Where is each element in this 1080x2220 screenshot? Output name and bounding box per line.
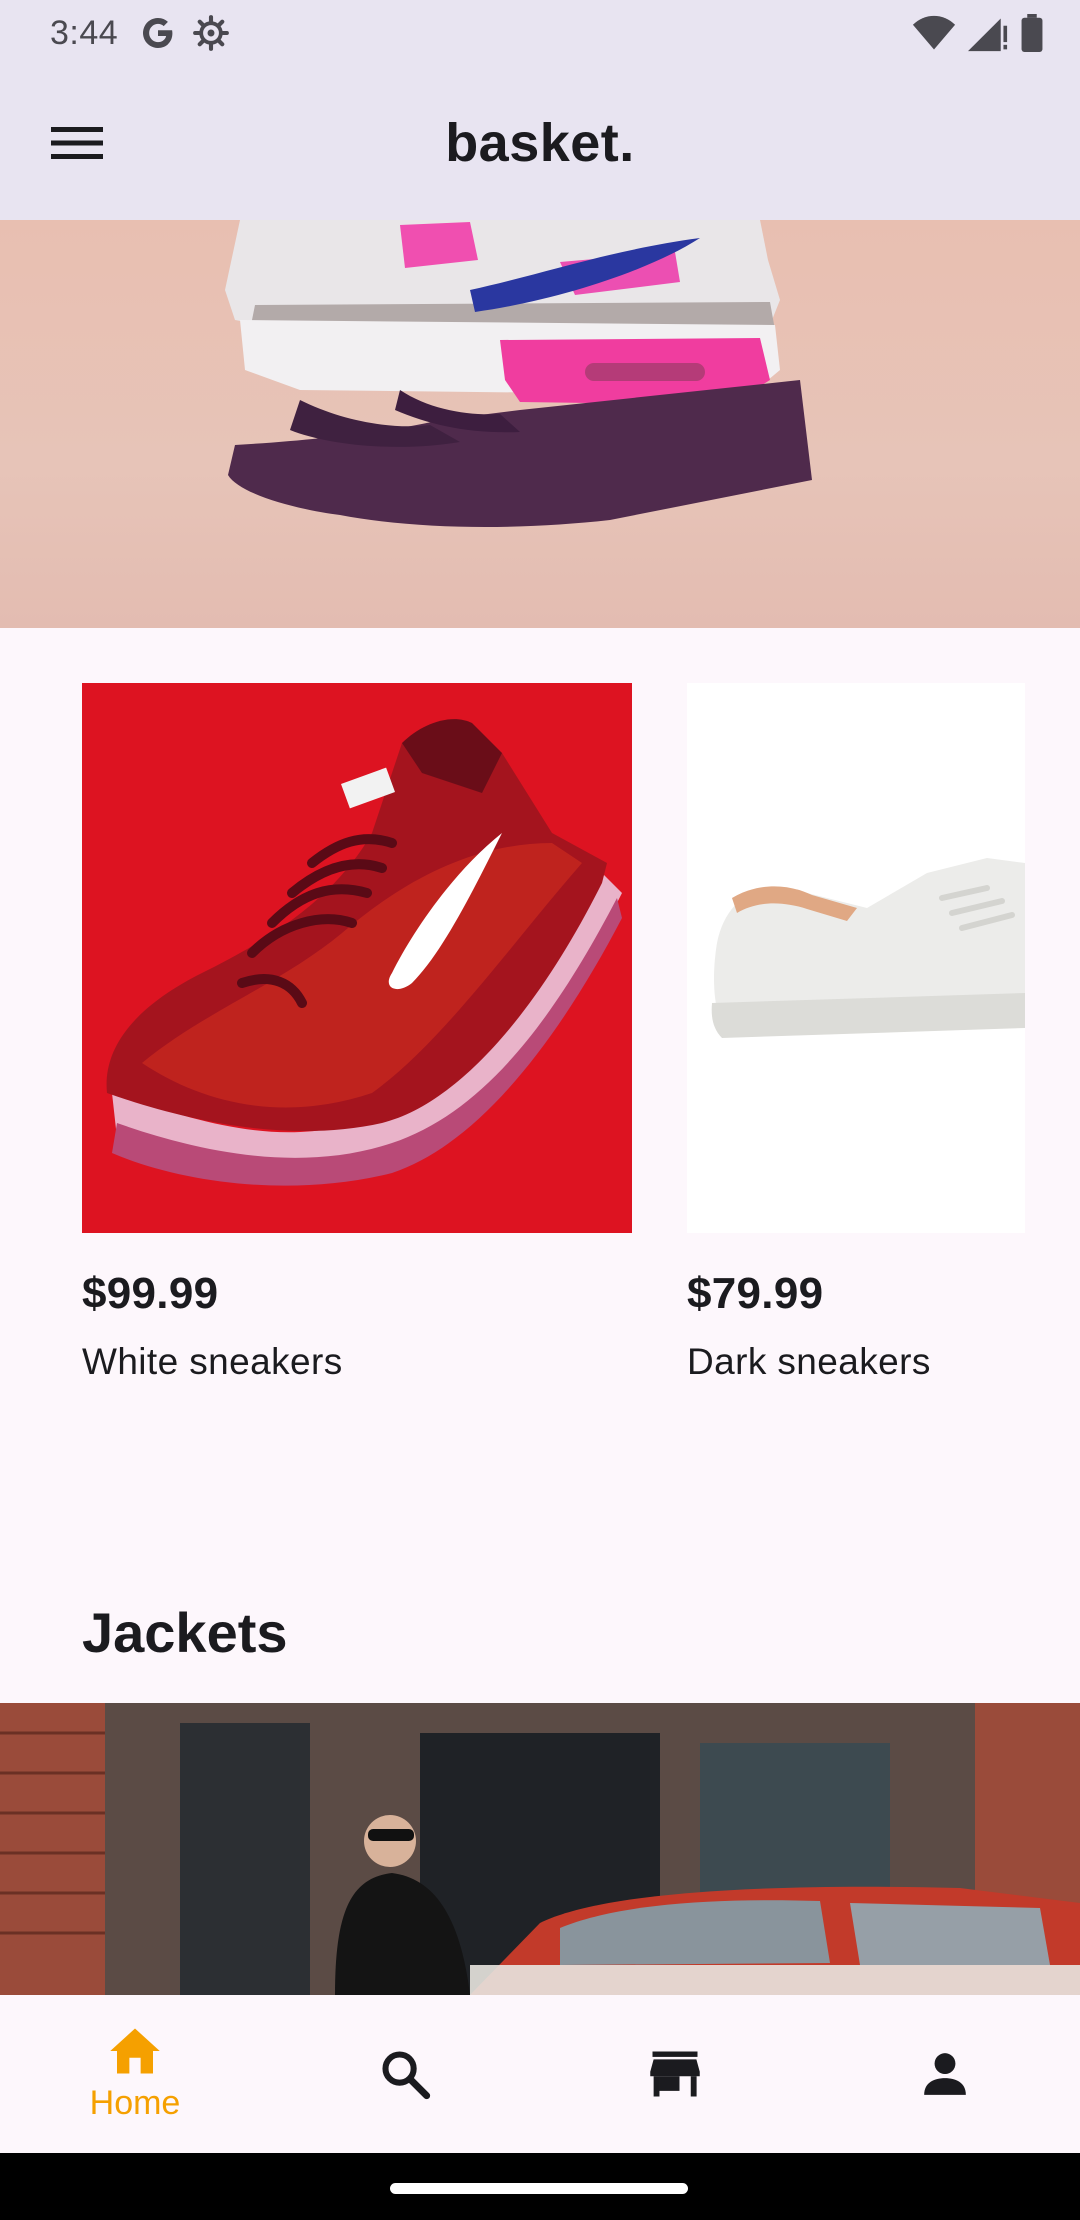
nav-store[interactable] [540, 1995, 810, 2153]
system-gesture-bar [0, 2153, 1080, 2220]
app-bar: basket. [0, 66, 1080, 220]
product-image [82, 683, 632, 1233]
settings-gear-icon [193, 15, 230, 51]
product-carousel[interactable]: $99.99 White sneakers $79.99 Dark sneake… [0, 628, 1080, 1428]
nav-home[interactable]: Home [0, 1995, 270, 2153]
cell-signal-icon [968, 18, 1008, 52]
status-left-icons [140, 14, 230, 52]
person-icon [924, 2053, 966, 2095]
status-bar: 3:44 [0, 0, 1080, 66]
product-image [687, 683, 1025, 1233]
product-name: Dark sneakers [687, 1341, 931, 1382]
bottom-navigation: Home [0, 1995, 1080, 2153]
home-icon [110, 2028, 160, 2073]
battery-icon [1021, 14, 1043, 52]
gesture-handle[interactable] [390, 2183, 688, 2194]
product-price: $99.99 [82, 1269, 219, 1318]
wifi-icon [912, 15, 956, 50]
app-title: basket. [445, 113, 635, 173]
search-icon [382, 2051, 431, 2100]
status-right-icons [912, 14, 1044, 52]
product-name: White sneakers [82, 1341, 343, 1382]
product-card[interactable]: $99.99 White sneakers [82, 683, 632, 1383]
store-icon [650, 2051, 700, 2097]
jacket-street-photo-image [0, 1703, 1080, 1995]
app-screen: 3:44 basket. $99.99 White sneakers $79.9… [0, 0, 1080, 2220]
nav-profile[interactable] [810, 1995, 1080, 2153]
white-leather-sneaker-image [687, 683, 1025, 1233]
red-running-shoe-image [82, 683, 632, 1233]
status-time: 3:44 [50, 13, 119, 52]
product-card[interactable]: $79.99 Dark sneakers [687, 683, 1025, 1383]
hero-banner[interactable] [0, 220, 1080, 628]
hero-sneaker-on-hand-image [225, 220, 812, 527]
nav-home-label: Home [89, 2083, 181, 2122]
nav-search[interactable] [270, 1995, 540, 2153]
google-icon [143, 18, 173, 48]
product-price: $79.99 [687, 1269, 824, 1318]
section-title-jackets: Jackets [82, 1601, 288, 1664]
jackets-banner[interactable] [0, 1703, 1080, 1995]
